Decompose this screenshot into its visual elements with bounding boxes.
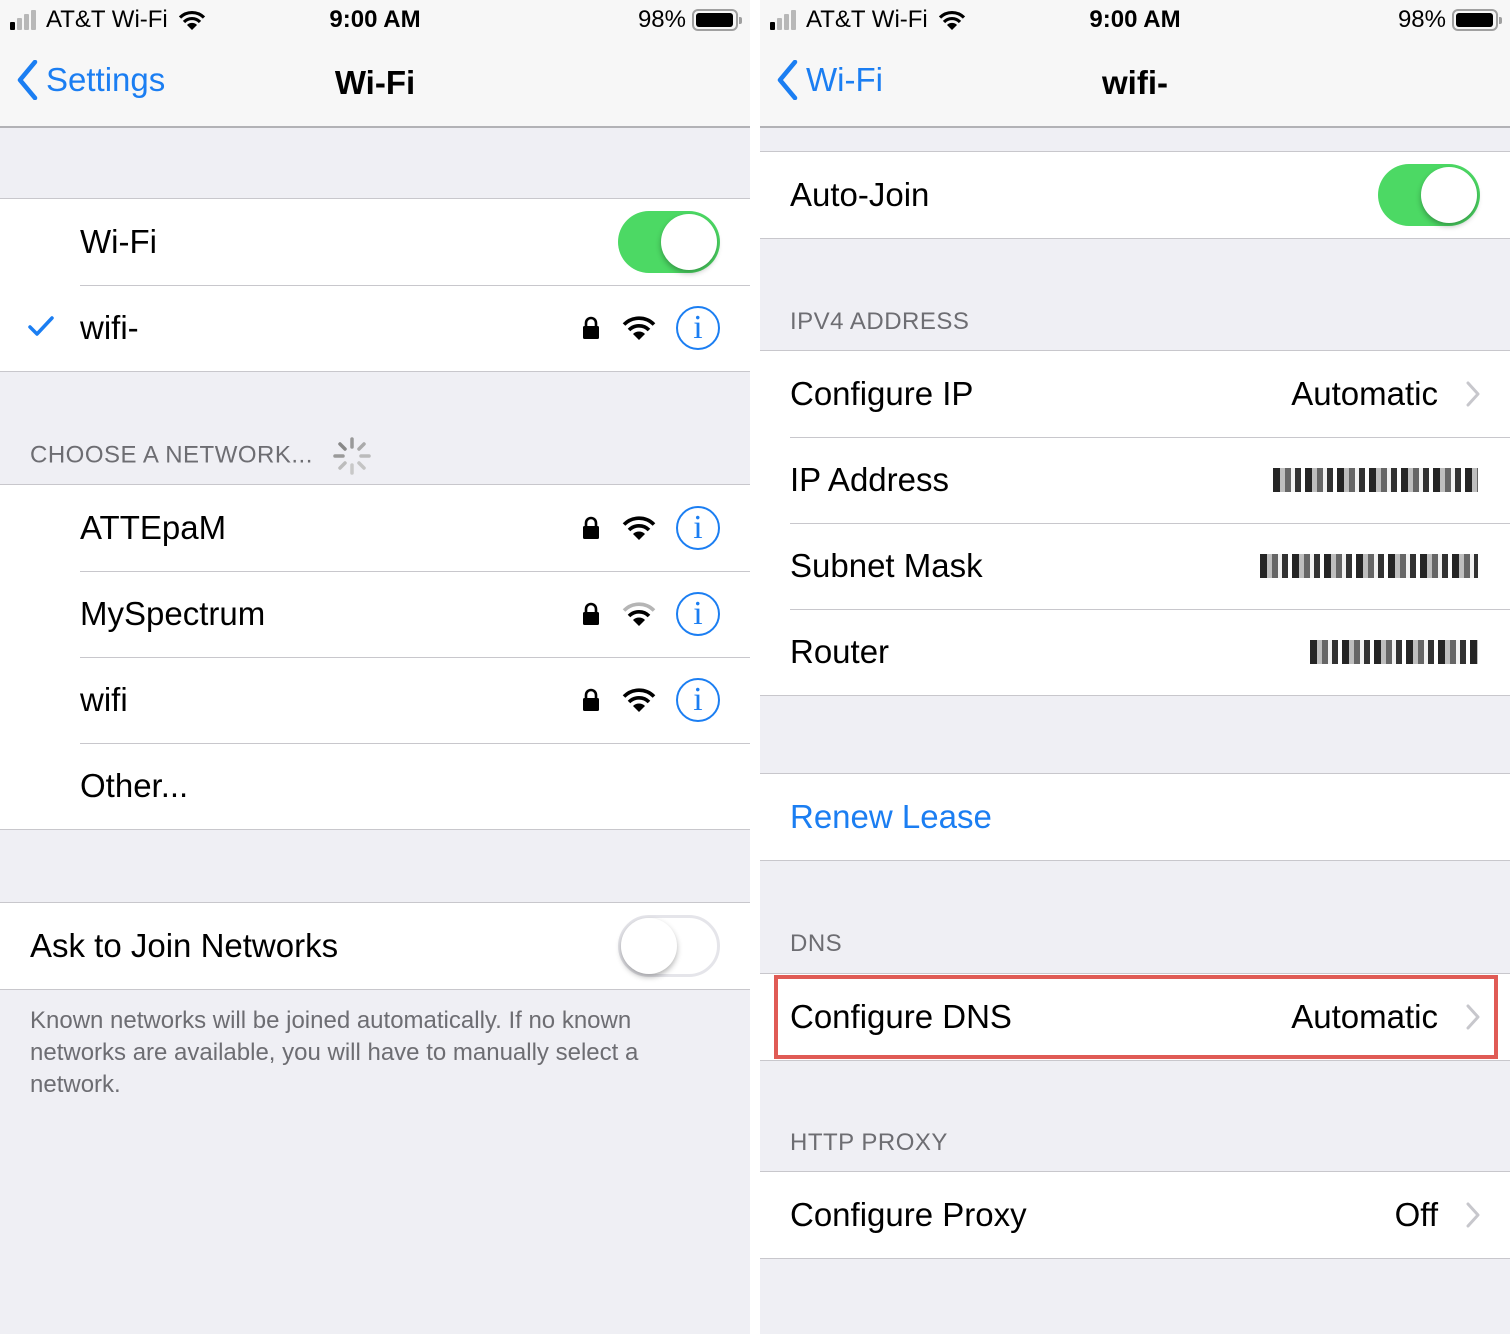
network-name: ATTEpaM (80, 509, 227, 546)
configure-dns-value: Automatic (1291, 998, 1438, 1035)
status-bar: AT&T Wi-Fi 9:00 AM 98% (0, 0, 750, 40)
choose-network-header: CHOOSE A NETWORK... (30, 436, 372, 476)
ask-to-join-footer: Known networks will be joined automatica… (30, 1007, 639, 1098)
subnet-mask-row: Subnet Mask (760, 523, 1510, 609)
navigation-bar: AT&T Wi-Fi 9:00 AM 98% Wi-Fi wifi- (760, 0, 1510, 128)
wifi-label: Wi-Fi (80, 223, 157, 260)
wifi-toggle[interactable] (618, 211, 720, 273)
wifi-settings-screen: AT&T Wi-Fi 9:00 AM 98% Settings Wi-Fi Wi… (0, 0, 750, 1334)
proxy-group: Configure Proxy Off (760, 1171, 1510, 1259)
info-button[interactable]: i (676, 506, 720, 550)
configure-dns-row[interactable]: Configure DNS Automatic (760, 974, 1510, 1060)
other-network-row[interactable]: Other... (0, 743, 750, 829)
ask-to-join-group: Ask to Join Networks (0, 902, 750, 990)
chevron-right-icon (1466, 1004, 1480, 1030)
network-name: MySpectrum (80, 595, 266, 632)
wifi-signal-icon (622, 602, 656, 626)
info-button[interactable]: i (676, 306, 720, 350)
ask-to-join-row: Ask to Join Networks (0, 903, 750, 989)
dns-group: Configure DNS Automatic (760, 973, 1510, 1061)
auto-join-toggle[interactable] (1378, 164, 1480, 226)
other-network-label: Other... (80, 767, 189, 804)
subnet-mask-obscured (1260, 554, 1478, 578)
network-row[interactable]: ATTEpaM i (0, 485, 750, 571)
auto-join-group: Auto-Join (760, 151, 1510, 239)
configure-proxy-value: Off (1394, 1196, 1438, 1233)
lock-icon (583, 688, 599, 711)
dns-header: DNS (790, 930, 843, 957)
lock-icon (583, 602, 599, 625)
wifi-group: Wi-Fi wifi- i (0, 198, 750, 372)
network-name: wifi (80, 681, 128, 718)
network-detail-screen: AT&T Wi-Fi 9:00 AM 98% Wi-Fi wifi- Auto-… (760, 0, 1510, 1334)
ipv4-header: IPV4 ADDRESS (790, 308, 970, 335)
checkmark-icon (28, 316, 54, 336)
ask-to-join-label: Ask to Join Networks (30, 927, 339, 964)
wifi-signal-icon (622, 316, 656, 340)
ask-to-join-toggle[interactable] (618, 915, 720, 977)
network-row[interactable]: MySpectrum i (0, 571, 750, 657)
lock-icon (583, 516, 599, 539)
configure-ip-value: Automatic (1291, 375, 1438, 412)
page-title: wifi- (1102, 64, 1168, 101)
battery-percent: 98% (637, 6, 686, 33)
network-row[interactable]: wifi i (0, 657, 750, 743)
wifi-signal-icon (622, 688, 656, 712)
lock-icon (583, 316, 599, 339)
router-row: Router (760, 609, 1510, 695)
ipv4-group: Configure IP Automatic IP Address Subnet… (760, 350, 1510, 696)
chevron-right-icon (1466, 1202, 1480, 1228)
status-bar: AT&T Wi-Fi 9:00 AM 98% (760, 0, 1510, 40)
auto-join-label: Auto-Join (790, 176, 930, 213)
network-list: ATTEpaM i MySpectrum i wifi i Other... (0, 484, 750, 830)
router-obscured (1310, 640, 1478, 664)
ip-address-row: IP Address (760, 437, 1510, 523)
page-title: Wi-Fi (334, 64, 416, 101)
loading-spinner-icon (333, 437, 371, 475)
http-proxy-header: HTTP PROXY (790, 1129, 948, 1156)
renew-lease-group: Renew Lease (760, 773, 1510, 861)
wifi-toggle-row: Wi-Fi (0, 199, 750, 285)
battery-icon (1452, 9, 1502, 31)
navigation-bar: AT&T Wi-Fi 9:00 AM 98% Settings Wi-Fi (0, 0, 750, 128)
battery-icon (692, 9, 742, 31)
info-button[interactable]: i (676, 592, 720, 636)
battery-percent: 98% (1397, 6, 1446, 33)
wifi-signal-icon (622, 516, 656, 540)
auto-join-row: Auto-Join (760, 152, 1510, 238)
connected-network-row[interactable]: wifi- i (0, 285, 750, 371)
chevron-right-icon (1466, 381, 1480, 407)
connected-network-name: wifi- (80, 309, 139, 346)
configure-ip-row[interactable]: Configure IP Automatic (760, 351, 1510, 437)
renew-lease-button[interactable]: Renew Lease (760, 774, 1510, 860)
ip-address-obscured (1273, 468, 1478, 492)
configure-proxy-row[interactable]: Configure Proxy Off (760, 1172, 1510, 1258)
info-button[interactable]: i (676, 678, 720, 722)
